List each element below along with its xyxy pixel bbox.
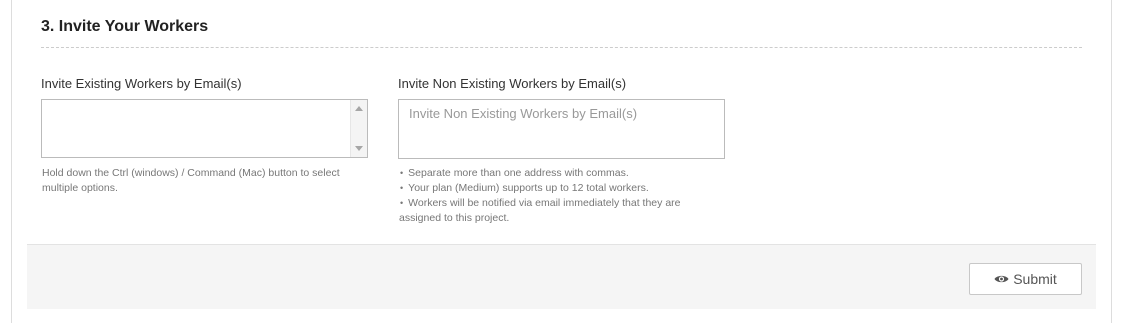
help-item: • Separate more than one address with com…	[399, 166, 719, 181]
help-item: • Your plan (Medium) supports up to 12 to…	[399, 181, 719, 196]
non-existing-workers-help: • Separate more than one address with com…	[399, 166, 719, 226]
help-item: • Workers will be notified via email imme…	[399, 196, 719, 226]
section-divider	[41, 47, 1082, 48]
eye-icon	[994, 274, 1009, 284]
help-item-text: Workers will be notified via email immed…	[399, 197, 681, 224]
form-footer: Submit	[27, 244, 1096, 309]
bullet-icon: •	[400, 168, 404, 178]
non-existing-workers-label: Invite Non Existing Workers by Email(s)	[398, 76, 627, 91]
scroll-up-arrow-icon[interactable]	[355, 106, 363, 111]
select-scrollbar[interactable]	[350, 100, 367, 157]
help-item-text: Your plan (Medium) supports up to 12 tot…	[408, 182, 649, 194]
bullet-icon: •	[400, 183, 404, 193]
bullet-icon: •	[400, 198, 404, 208]
existing-workers-label: Invite Existing Workers by Email(s)	[41, 76, 242, 91]
submit-label: Submit	[1013, 271, 1057, 287]
form-panel: 3. Invite Your Workers Invite Existing W…	[11, 0, 1112, 323]
non-existing-workers-email-field[interactable]	[398, 99, 725, 159]
existing-workers-select[interactable]	[41, 99, 368, 158]
section-title: 3. Invite Your Workers	[41, 18, 209, 35]
help-item-text: Separate more than one address with comm…	[408, 167, 629, 179]
existing-workers-help: Hold down the Ctrl (windows) / Command (…	[42, 167, 340, 194]
scroll-down-arrow-icon[interactable]	[355, 146, 363, 151]
submit-button[interactable]: Submit	[969, 263, 1082, 295]
